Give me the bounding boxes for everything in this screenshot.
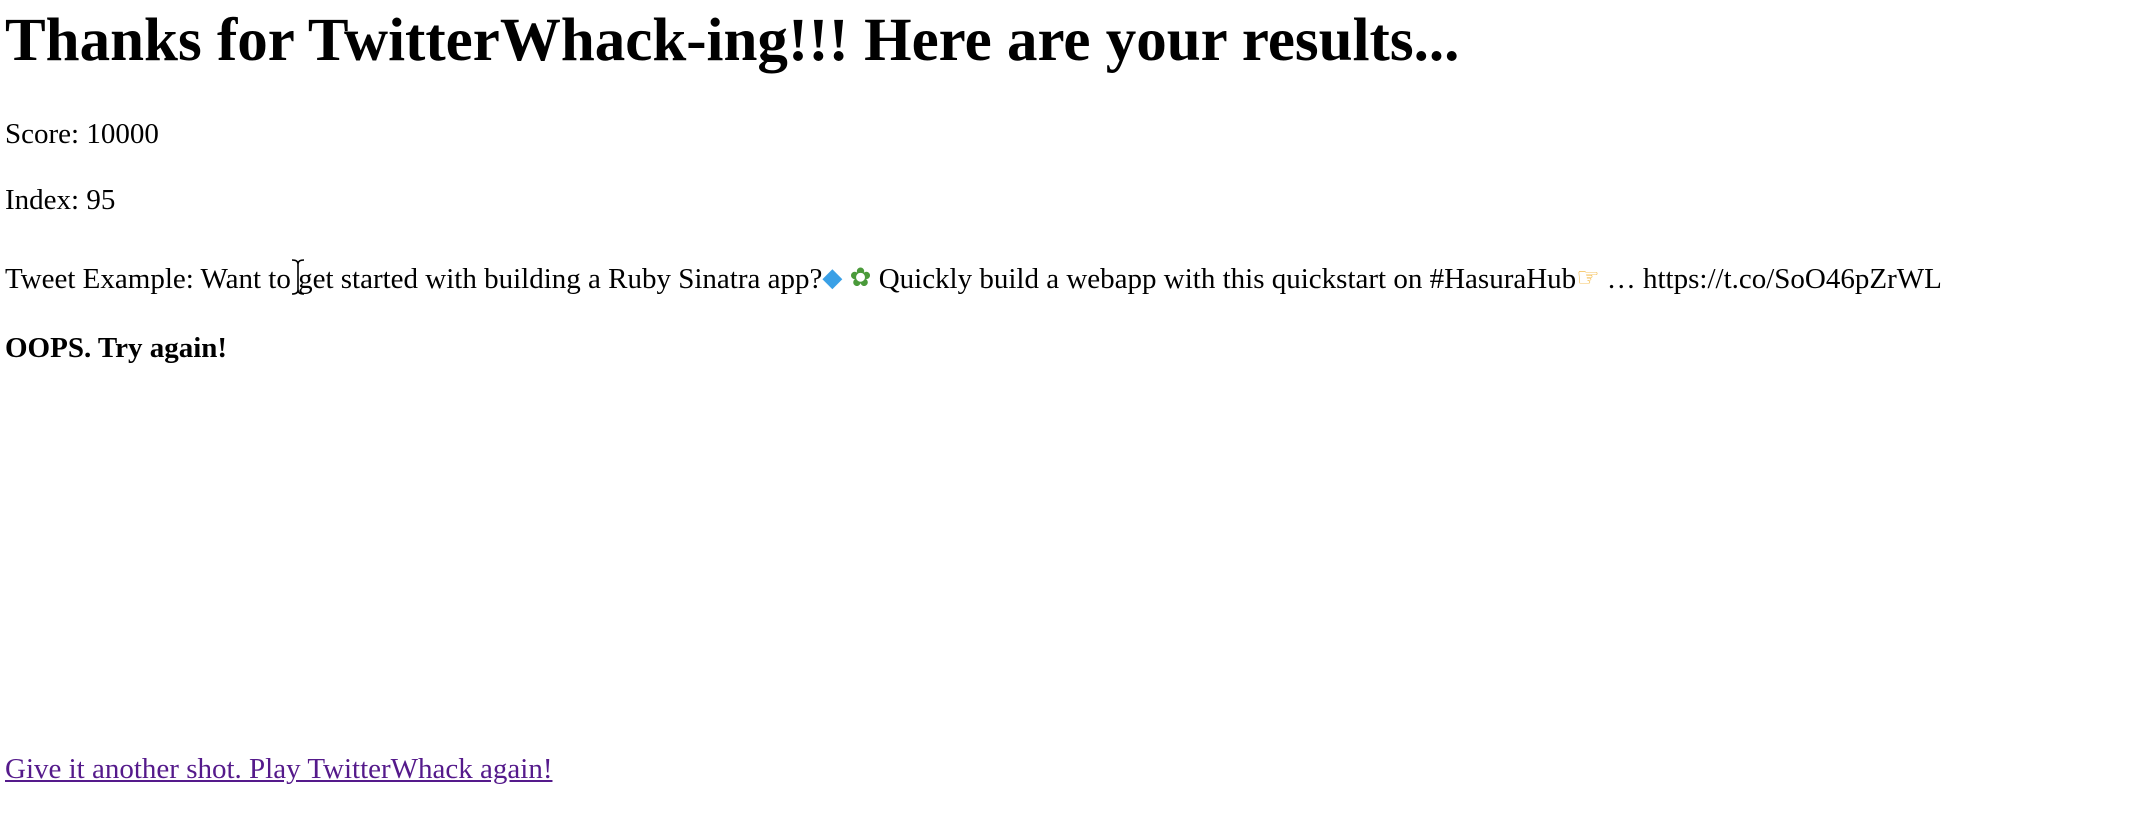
text-cursor-icon xyxy=(291,259,305,295)
page-title: Thanks for TwitterWhack-ing!!! Here are … xyxy=(5,7,1460,74)
score-text: Score: 10000 xyxy=(5,118,159,150)
sprout-icon: ✿ xyxy=(849,263,872,293)
status-message: OOPS. Try again! xyxy=(5,332,228,364)
tweet-middle-text: Quickly build a webapp with this quickst… xyxy=(871,263,1577,295)
play-again-link[interactable]: Give it another shot. Play TwitterWhack … xyxy=(5,752,552,786)
tweet-suffix-text: … https://t.co/SoO46pZrWL xyxy=(1599,263,1942,295)
results-page: Thanks for TwitterWhack-ing!!! Here are … xyxy=(0,0,2146,836)
tweet-prefix-text: Tweet Example: Want to get started with … xyxy=(5,263,823,295)
gem-icon: ◆ xyxy=(822,263,843,293)
pointing-hand-icon: ☞ xyxy=(1576,263,1600,293)
index-text: Index: 95 xyxy=(5,184,116,216)
